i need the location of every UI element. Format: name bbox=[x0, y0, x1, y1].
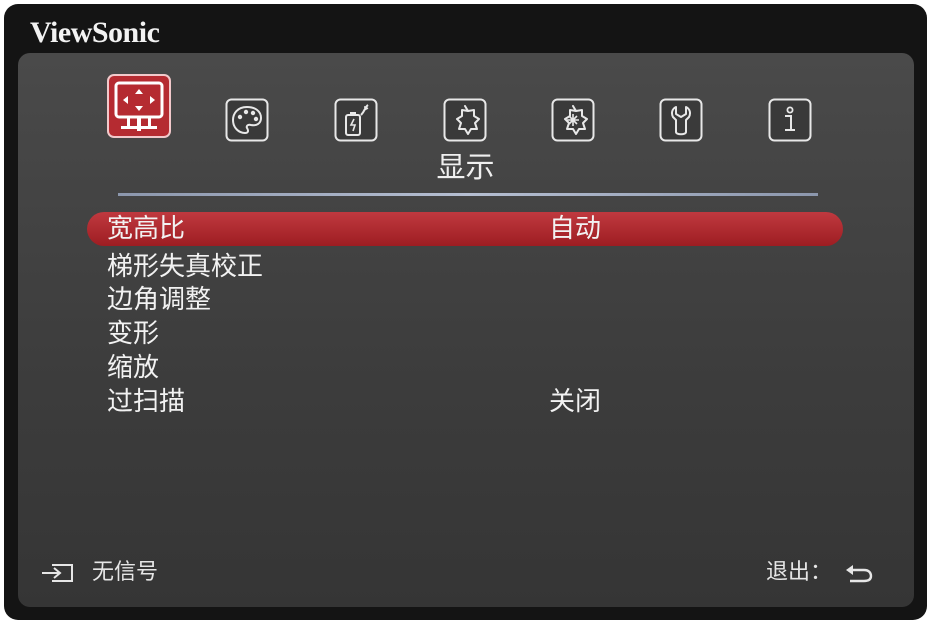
exit-label: 退出： bbox=[766, 560, 833, 585]
menu-item-corner-adjust[interactable]: 边角调整 bbox=[87, 283, 843, 317]
wrench-icon bbox=[659, 98, 703, 142]
menu-item-label: 过扫描 bbox=[107, 387, 186, 417]
menu-item-label: 边角调整 bbox=[107, 285, 212, 315]
display-icon bbox=[107, 74, 171, 138]
menu-item-label: 梯形失真校正 bbox=[107, 252, 264, 282]
menu-item-aspect-ratio[interactable]: 宽高比 自动 bbox=[87, 212, 843, 246]
power-management-icon bbox=[334, 98, 378, 142]
basic-settings-gear-icon bbox=[443, 98, 487, 142]
source-status-text: 无信号 bbox=[92, 560, 159, 585]
palette-icon bbox=[225, 98, 269, 142]
info-icon bbox=[768, 98, 812, 142]
tab-basic[interactable] bbox=[443, 98, 487, 142]
tab-system[interactable] bbox=[659, 98, 703, 142]
tab-display[interactable] bbox=[107, 74, 171, 138]
menu-item-label: 宽高比 bbox=[107, 214, 186, 244]
tab-power[interactable] bbox=[334, 98, 378, 142]
menu-item-keystone[interactable]: 梯形失真校正 bbox=[87, 250, 843, 284]
menu-item-label: 变形 bbox=[107, 319, 160, 349]
menu-item-value: 自动 bbox=[549, 214, 602, 244]
menu-item-warping[interactable]: 变形 bbox=[87, 317, 843, 351]
menu-item-value: 关闭 bbox=[549, 387, 602, 417]
tab-image[interactable] bbox=[225, 98, 269, 142]
tab-bar bbox=[0, 74, 931, 144]
input-source-icon bbox=[42, 564, 73, 582]
return-arrow-icon[interactable] bbox=[844, 562, 874, 584]
tab-advanced[interactable] bbox=[551, 98, 595, 142]
menu-item-zoom[interactable]: 缩放 bbox=[87, 351, 843, 385]
title-divider bbox=[118, 193, 818, 196]
brand-logo: ViewSonic bbox=[30, 16, 160, 49]
tab-info[interactable] bbox=[768, 98, 812, 142]
menu-item-label: 缩放 bbox=[107, 353, 160, 383]
menu-item-overscan[interactable]: 过扫描 关闭 bbox=[87, 385, 843, 419]
tab-title: 显示 bbox=[436, 150, 495, 184]
advanced-settings-gear-icon bbox=[551, 98, 595, 142]
